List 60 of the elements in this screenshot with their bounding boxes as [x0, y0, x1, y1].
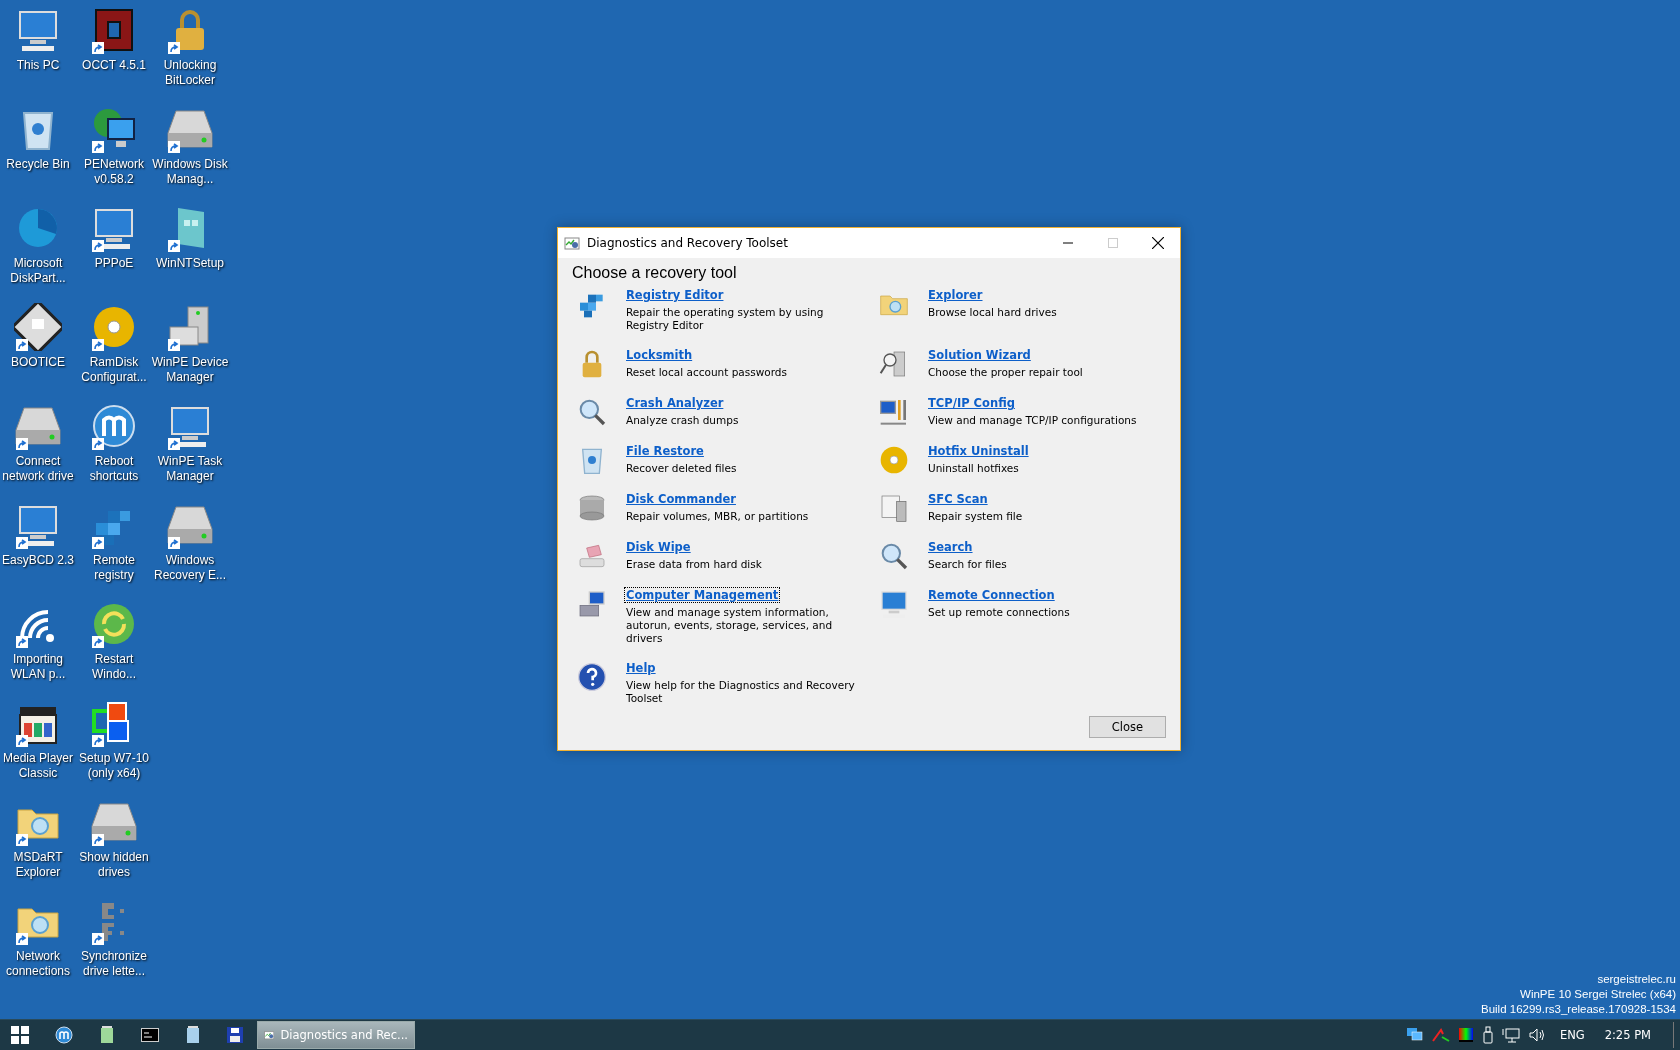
desktop-info-text: WinPE 10 Sergei Strelec (x64): [1520, 987, 1676, 1002]
help-icon: [576, 661, 608, 693]
app-icon: [564, 235, 580, 251]
tool-description: Recover deleted files: [626, 462, 738, 475]
tool-description: View help for the Diagnostics and Recovery Toolset: [626, 679, 856, 705]
tool-description: Choose the proper repair tool: [928, 366, 1084, 379]
tool-link[interactable]: TCP/IP Config: [926, 395, 1017, 411]
desktop-info-text: sergeistrelec.ru: [1597, 972, 1676, 987]
close-button[interactable]: Close: [1089, 716, 1166, 738]
tool-link[interactable]: Registry Editor: [624, 287, 726, 303]
tool-description: Repair system file: [928, 510, 1024, 523]
tool-description: Browse local hard drives: [928, 306, 1058, 319]
tool-description: Repair volumes, MBR, or partitions: [626, 510, 810, 523]
clock-text[interactable]: 2:25 PM: [1604, 1028, 1651, 1042]
tool-link[interactable]: Remote Connection: [926, 587, 1057, 603]
tool-description: Uninstall hotfixes: [928, 462, 1020, 475]
tool-description: Erase data from hard disk: [626, 558, 763, 571]
disc-icon: [878, 444, 910, 476]
tool-description: View and manage TCP/IP configurations: [928, 414, 1138, 427]
language-indicator[interactable]: ENG: [1559, 1028, 1585, 1042]
usb-drive-icon[interactable]: [1481, 1026, 1494, 1044]
tool-link[interactable]: Disk Wipe: [624, 539, 693, 555]
tool-description: Analyze crash dumps: [626, 414, 740, 427]
tool-link[interactable]: SFC Scan: [926, 491, 990, 507]
network-monitor-icon[interactable]: [1501, 1027, 1520, 1043]
tool-link[interactable]: Explorer: [926, 287, 985, 303]
color-palette-icon[interactable]: [1457, 1027, 1474, 1043]
server-icon: [878, 492, 910, 524]
desktop-icon-label[interactable]: Windows Disk Manag...: [150, 157, 230, 187]
tool-link[interactable]: Locksmith: [624, 347, 695, 363]
letter-m-circle-icon: [90, 402, 138, 450]
desktop-icon-label[interactable]: Recycle Bin: [0, 157, 78, 172]
network-computers-icon[interactable]: [1405, 1027, 1424, 1043]
letter-m-circle-icon[interactable]: [55, 1026, 73, 1044]
maximize-icon: [1107, 238, 1118, 248]
speaker-icon[interactable]: [1527, 1027, 1546, 1043]
tool-description: Set up remote connections: [928, 606, 1071, 619]
start-windows-icon[interactable]: [11, 1026, 29, 1044]
disk-stack-icon: [576, 492, 608, 524]
tool-description: Reset local account passwords: [626, 366, 788, 379]
desktop-info-text: Build 16299.rs3_release.170928-1534: [1481, 1002, 1676, 1017]
tool-link[interactable]: Computer Management: [624, 587, 781, 603]
tool-description: Repair the operating system by using Registry Editor: [626, 306, 825, 332]
desktop-icon-label[interactable]: WinPE Device Manager: [150, 355, 230, 385]
tool-link[interactable]: Search: [926, 539, 975, 555]
tool-link[interactable]: Hotfix Uninstall: [926, 443, 1031, 459]
window-title: Diagnostics and Recovery Toolset: [587, 236, 789, 250]
tool-description: Search for files: [928, 558, 1008, 571]
notepad-icon[interactable]: [185, 1026, 201, 1044]
tool-link[interactable]: File Restore: [624, 443, 706, 459]
notepad-icon[interactable]: [99, 1026, 115, 1044]
tool-link[interactable]: Disk Commander: [624, 491, 738, 507]
command-prompt-icon[interactable]: [141, 1028, 159, 1042]
tool-link[interactable]: Solution Wizard: [926, 347, 1033, 363]
tool-link[interactable]: Crash Analyzer: [624, 395, 726, 411]
tool-description: View and manage system information, autorun, events, storage, services, and drivers: [626, 606, 834, 645]
dialog-heading: Choose a recovery tool: [572, 264, 738, 282]
tool-link[interactable]: Help: [624, 660, 658, 676]
close-icon: [1151, 237, 1164, 249]
desktop-icon-label[interactable]: BOOTICE: [0, 355, 78, 370]
